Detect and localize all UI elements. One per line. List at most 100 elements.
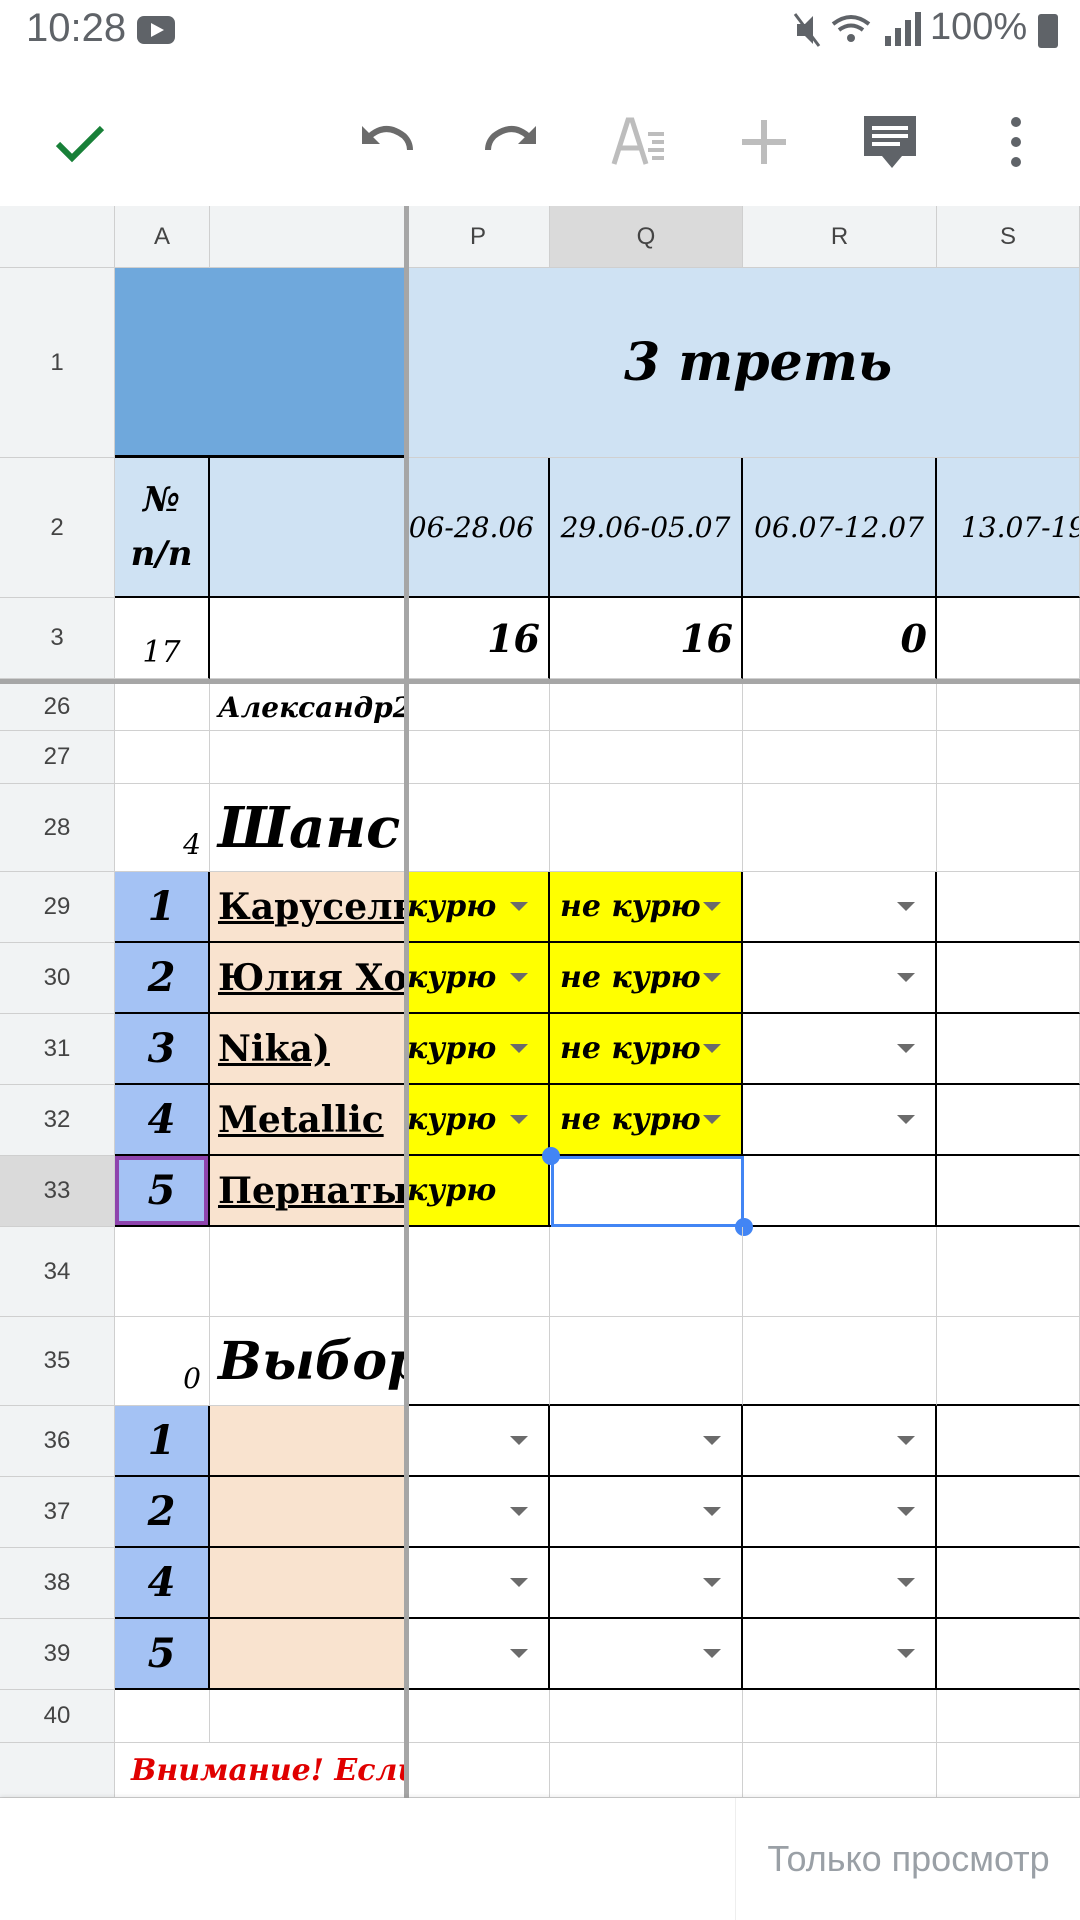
vybor-row-name[interactable] xyxy=(210,1548,407,1619)
cell-p2-date[interactable]: 06-28.06 xyxy=(407,458,550,598)
cell-r41[interactable] xyxy=(743,1743,937,1798)
selection-handle-top[interactable] xyxy=(542,1147,560,1165)
participant-link[interactable]: Пернаты xyxy=(218,1170,405,1212)
shans-status-r[interactable] xyxy=(743,872,937,943)
cell-s27[interactable] xyxy=(937,731,1080,784)
row-header-27[interactable]: 27 xyxy=(0,731,115,784)
cell-q27[interactable] xyxy=(550,731,743,784)
vybor-status-r[interactable] xyxy=(743,1477,937,1548)
shans-status-p[interactable]: курю xyxy=(407,943,550,1014)
row-header-39[interactable]: 39 xyxy=(0,1619,115,1690)
cell-r34[interactable] xyxy=(743,1227,937,1317)
dropdown-arrow-icon[interactable] xyxy=(897,1578,915,1587)
shans-status-p[interactable]: курю xyxy=(407,1014,550,1085)
cell-s28[interactable] xyxy=(937,784,1080,872)
column-header-q[interactable]: Q xyxy=(550,206,743,268)
row-header-3[interactable]: 3 xyxy=(0,598,115,679)
participant-link[interactable]: Nika) xyxy=(218,1028,330,1070)
cell-a26[interactable] xyxy=(115,684,210,731)
vybor-row-number[interactable]: 2 xyxy=(115,1477,210,1548)
dropdown-arrow-icon[interactable] xyxy=(510,1044,528,1053)
vybor-status-p[interactable] xyxy=(407,1619,550,1690)
cell-p27[interactable] xyxy=(407,731,550,784)
cell-b27[interactable] xyxy=(210,731,407,784)
shans-status-q[interactable]: не курю xyxy=(550,943,743,1014)
shans-row-name[interactable]: Юлия Хо xyxy=(210,943,407,1014)
participant-link[interactable]: Metallic xyxy=(218,1099,384,1141)
cell-a3[interactable]: 17 xyxy=(115,598,210,679)
row-header-2[interactable]: 2 xyxy=(0,458,115,598)
corner-header[interactable] xyxy=(0,206,115,268)
cell-s34[interactable] xyxy=(937,1227,1080,1317)
dropdown-arrow-icon[interactable] xyxy=(510,902,528,911)
cell-r28[interactable] xyxy=(743,784,937,872)
shans-status-p[interactable]: курю xyxy=(407,872,550,943)
dropdown-arrow-icon[interactable] xyxy=(510,1507,528,1516)
shans-status-p[interactable]: курю xyxy=(407,1156,550,1227)
cell-a35[interactable]: 0 xyxy=(115,1317,210,1406)
row-header-28[interactable]: 28 xyxy=(0,784,115,872)
check-icon[interactable] xyxy=(42,104,118,180)
vybor-status-q[interactable] xyxy=(550,1406,743,1477)
row-header-37[interactable]: 37 xyxy=(0,1477,115,1548)
row-header-36[interactable]: 36 xyxy=(0,1406,115,1477)
row-header-26[interactable]: 26 xyxy=(0,683,115,731)
vybor-status-s[interactable] xyxy=(937,1548,1080,1619)
shans-status-r[interactable] xyxy=(743,1156,937,1227)
cell-s2-date[interactable]: 13.07-19.0 xyxy=(937,458,1080,598)
shans-status-r[interactable] xyxy=(743,1085,937,1156)
vybor-status-s[interactable] xyxy=(937,1406,1080,1477)
vybor-status-s[interactable] xyxy=(937,1619,1080,1690)
cell-s26[interactable] xyxy=(937,684,1080,731)
row-header-35[interactable]: 35 xyxy=(0,1317,115,1406)
spreadsheet-grid[interactable]: A P Q R S 1 2 3 26 27 28 29 30 31 32 33 … xyxy=(0,206,1080,1798)
cell-a40[interactable] xyxy=(115,1690,210,1743)
frozen-columns-divider[interactable] xyxy=(404,206,409,1798)
participant-link[interactable]: Карусель xyxy=(218,886,405,928)
row-header-30[interactable]: 30 xyxy=(0,943,115,1014)
cell-r27[interactable] xyxy=(743,731,937,784)
cell-s40[interactable] xyxy=(937,1690,1080,1743)
shans-row-name[interactable]: Metallic xyxy=(210,1085,407,1156)
dropdown-arrow-icon[interactable] xyxy=(703,1507,721,1516)
cell-s3[interactable] xyxy=(937,598,1080,679)
cell-b40[interactable] xyxy=(210,1690,407,1743)
shans-status-q[interactable]: не курю xyxy=(550,872,743,943)
dropdown-arrow-icon[interactable] xyxy=(703,1649,721,1658)
participant-link[interactable]: Юлия Хо xyxy=(218,957,405,999)
cell-q41[interactable] xyxy=(550,1743,743,1798)
shans-status-r[interactable] xyxy=(743,943,937,1014)
dropdown-arrow-icon[interactable] xyxy=(703,1115,721,1124)
cell-b3[interactable] xyxy=(210,598,407,679)
dropdown-arrow-icon[interactable] xyxy=(703,1436,721,1445)
row-header-34[interactable]: 34 xyxy=(0,1227,115,1317)
row-header-31[interactable]: 31 xyxy=(0,1014,115,1085)
shans-row-number[interactable]: 2 xyxy=(115,943,210,1014)
cell-s41[interactable] xyxy=(937,1743,1080,1798)
shans-status-q[interactable]: не курю xyxy=(550,1085,743,1156)
shans-row-number[interactable]: 5 xyxy=(115,1156,210,1227)
cell-selection[interactable] xyxy=(551,1156,744,1227)
vybor-status-r[interactable] xyxy=(743,1619,937,1690)
dropdown-arrow-icon[interactable] xyxy=(703,1578,721,1587)
column-header-blank[interactable] xyxy=(210,206,407,268)
column-header-r[interactable]: R xyxy=(743,206,937,268)
vybor-row-number[interactable]: 4 xyxy=(115,1548,210,1619)
vybor-row-name[interactable] xyxy=(210,1477,407,1548)
dropdown-arrow-icon[interactable] xyxy=(510,1115,528,1124)
cell-q3[interactable]: 16 xyxy=(550,598,743,679)
vybor-row-name[interactable] xyxy=(210,1619,407,1690)
cell-p1-title[interactable]: 3 треть xyxy=(407,268,1080,458)
cell-p34[interactable] xyxy=(407,1227,550,1317)
shans-status-q[interactable]: не курю xyxy=(550,1014,743,1085)
dropdown-arrow-icon[interactable] xyxy=(703,1044,721,1053)
column-header-p[interactable]: P xyxy=(407,206,550,268)
vybor-status-s[interactable] xyxy=(937,1477,1080,1548)
redo-icon[interactable] xyxy=(474,104,550,180)
row-header-32[interactable]: 32 xyxy=(0,1085,115,1156)
cell-a27[interactable] xyxy=(115,731,210,784)
vybor-row-number[interactable]: 1 xyxy=(115,1406,210,1477)
cell-a2-no[interactable]: № п/п xyxy=(115,458,210,598)
vybor-status-p[interactable] xyxy=(407,1548,550,1619)
vybor-status-q[interactable] xyxy=(550,1548,743,1619)
